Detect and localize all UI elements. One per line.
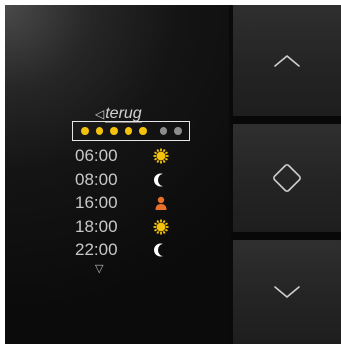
schedule-time: 18:00: [75, 216, 118, 236]
schedule-time: 08:00: [75, 169, 118, 189]
day-dot[interactable]: [139, 127, 147, 135]
day-dot[interactable]: [124, 127, 133, 135]
schedule-row[interactable]: 22:00: [75, 239, 185, 263]
schedule-time: 06:00: [75, 146, 118, 165]
day-dot[interactable]: [81, 127, 89, 135]
moon-icon: [153, 172, 169, 188]
scroll-down-indicator[interactable]: ▽: [95, 262, 103, 275]
button-divider: [231, 232, 341, 240]
day-dot[interactable]: [174, 127, 183, 135]
schedule-time: 16:00: [75, 193, 118, 212]
thermostat-device: ◁ terug 06:00 08:00 16:00 18:00 22:00 ▽: [0, 0, 341, 344]
chevron-down-icon: [274, 286, 300, 298]
moon-icon: [153, 242, 169, 258]
schedule-row[interactable]: 16:00: [75, 192, 185, 216]
schedule-time: 22:00: [75, 240, 118, 259]
day-dot[interactable]: [110, 127, 118, 135]
day-dot[interactable]: [159, 127, 168, 135]
day-dot[interactable]: [95, 127, 104, 135]
down-button[interactable]: [233, 240, 341, 344]
schedule-row[interactable]: 18:00: [75, 216, 185, 240]
day-selector[interactable]: [72, 121, 190, 141]
diamond-icon: [273, 164, 301, 192]
home-button[interactable]: [233, 124, 341, 232]
person-icon: [153, 195, 169, 211]
schedule-row[interactable]: 06:00: [75, 145, 185, 169]
schedule-row[interactable]: 08:00: [75, 169, 185, 193]
sun-icon: [153, 148, 169, 164]
button-divider: [231, 116, 341, 124]
back-arrow-icon: ◁: [95, 107, 105, 121]
sun-icon: [153, 219, 169, 235]
up-button[interactable]: [233, 5, 341, 116]
schedule-list: 06:00 08:00 16:00 18:00 22:00: [75, 145, 185, 263]
chevron-up-icon: [274, 54, 300, 67]
